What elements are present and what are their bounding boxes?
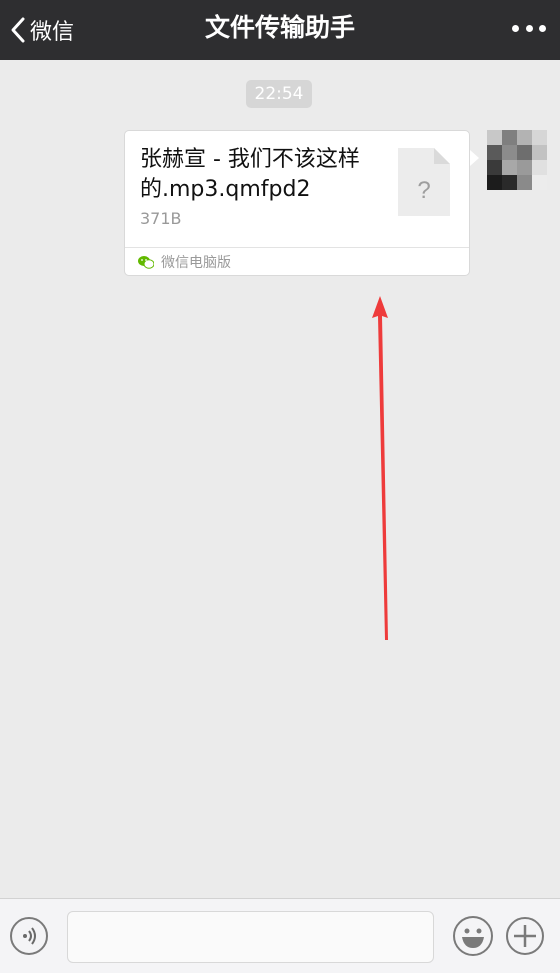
- plus-icon[interactable]: [505, 916, 545, 956]
- file-icon-glyph: ?: [417, 177, 430, 204]
- avatar[interactable]: [487, 130, 547, 190]
- message-source: 微信电脑版: [138, 251, 231, 273]
- message-input[interactable]: [67, 911, 434, 963]
- chevron-left-icon: [11, 17, 25, 43]
- page-title: 文件传输助手: [204, 13, 355, 42]
- file-size: 371B: [140, 209, 182, 228]
- file-name: 张赫宣 - 我们不该这样的.mp3.qmfpd2: [140, 147, 360, 202]
- top-nav-bar: 微信 文件传输助手: [0, 0, 560, 60]
- back-button[interactable]: 微信: [8, 0, 74, 60]
- wechat-logo-icon: [138, 256, 154, 269]
- more-dots-icon[interactable]: [512, 14, 546, 42]
- bubble-tail: [470, 150, 479, 166]
- voice-icon[interactable]: [10, 917, 48, 955]
- message-timestamp: 22:54: [246, 80, 312, 108]
- red-arrow-annotation: [372, 296, 388, 640]
- back-label: 微信: [30, 20, 75, 45]
- unknown-file-icon: ?: [398, 148, 450, 216]
- chat-input-bar: [0, 898, 560, 973]
- bubble-divider: [125, 247, 469, 248]
- emoji-icon[interactable]: [452, 915, 494, 957]
- source-label: 微信电脑版: [161, 255, 231, 271]
- file-message-bubble[interactable]: 张赫宣 - 我们不该这样的.mp3.qmfpd2 371B ? 微信电脑版: [124, 130, 470, 276]
